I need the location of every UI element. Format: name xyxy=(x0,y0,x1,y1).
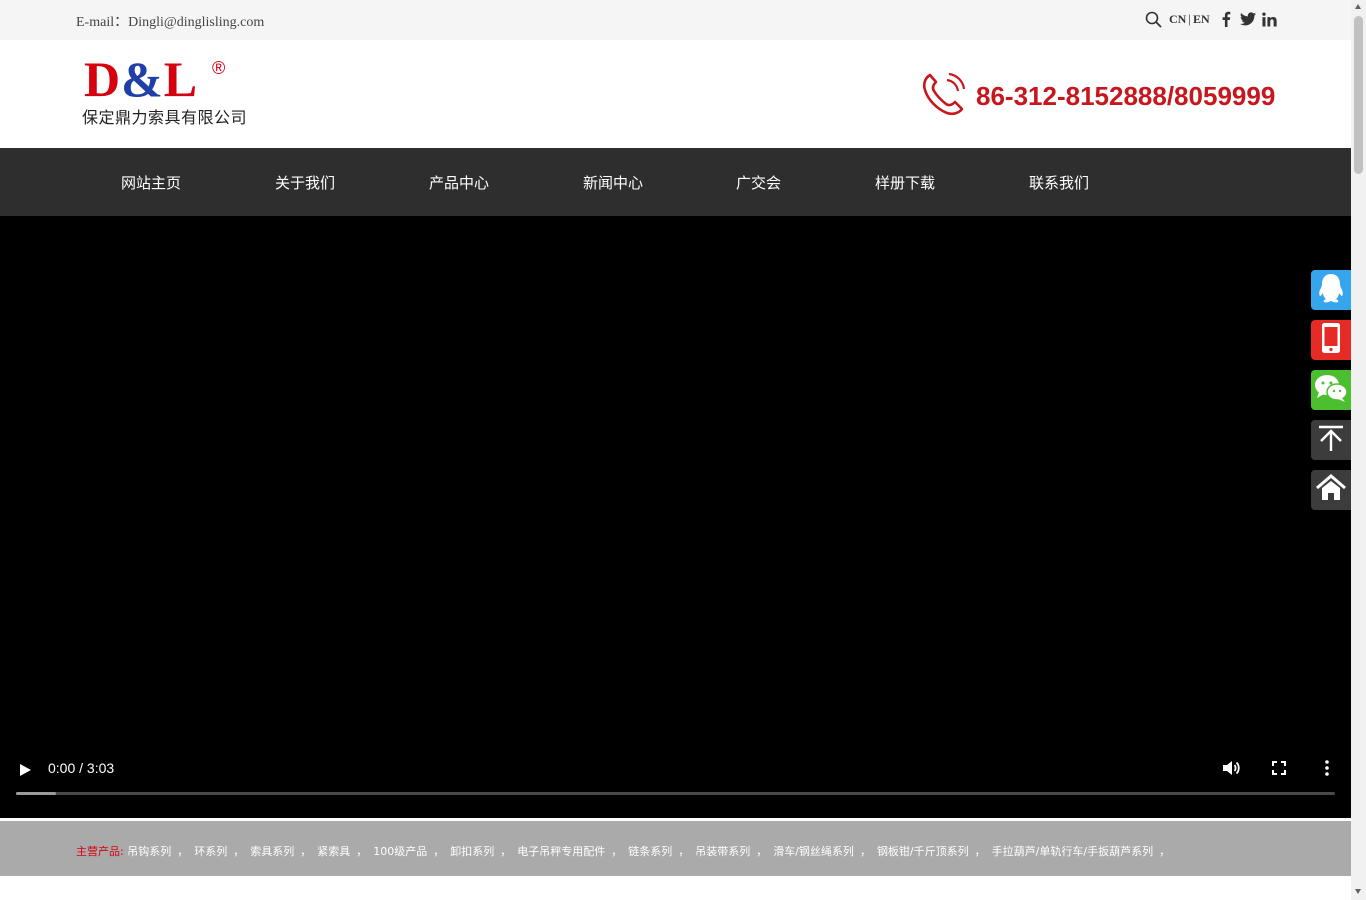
hotline: 86-312-8152888/8059999 xyxy=(920,70,1275,123)
wechat-button[interactable] xyxy=(1311,370,1351,410)
product-link[interactable]: 卸扣系列 xyxy=(450,845,494,858)
product-link[interactable]: 滑车/钢丝绳系列 xyxy=(773,845,854,858)
logo-letter-d: D xyxy=(84,51,122,107)
contact-email[interactable]: E-mail：Dingli@dinglisling.com xyxy=(76,11,264,31)
product-separator: ， xyxy=(300,845,312,858)
site-header: D&L ® 保定鼎力索具有限公司 86-312-8152888/8059999 xyxy=(0,40,1351,148)
nav-item-news[interactable]: 新闻中心 xyxy=(583,172,643,193)
nav-item-catalog-download[interactable]: 样册下载 xyxy=(875,172,935,193)
back-to-top-icon xyxy=(1316,423,1346,458)
product-separator: ， xyxy=(233,845,245,858)
product-link[interactable]: 吊装带系列 xyxy=(695,845,750,858)
logo-ampersand: & xyxy=(121,51,164,107)
product-link[interactable]: 手拉葫芦/单轨行车/手扳葫芦系列 xyxy=(992,845,1153,858)
qq-button[interactable] xyxy=(1311,270,1351,310)
top-bar: E-mail：Dingli@dinglisling.com CN | EN xyxy=(0,0,1351,40)
product-link[interactable]: 电子吊秤专用配件 xyxy=(517,845,605,858)
nav-item-products[interactable]: 产品中心 xyxy=(429,172,489,193)
home-button[interactable] xyxy=(1311,470,1351,510)
qq-icon xyxy=(1316,272,1346,309)
wechat-icon xyxy=(1314,373,1348,408)
page-scrollbar[interactable] xyxy=(1351,0,1366,900)
top-tools: CN | EN xyxy=(1143,9,1280,29)
company-logo[interactable]: D&L ® 保定鼎力索具有限公司 xyxy=(82,52,254,142)
main-products-panel: 主营产品: 吊钩系列 ， 环系列 ， 索具系列 ， 紧索具 ， 100级产品 ， 卸扣系列 ， 电子吊秤… xyxy=(0,821,1351,876)
scroll-down-arrow-icon[interactable] xyxy=(1355,889,1361,894)
play-icon[interactable] xyxy=(14,759,36,781)
main-products-bar: 主营产品: 吊钩系列 ， 环系列 ， 索具系列 ， 紧索具 ， 100级产品 ， 卸扣系列 ， 电子吊秤… xyxy=(0,818,1351,876)
registered-mark: ® xyxy=(212,58,226,78)
mobile-button[interactable] xyxy=(1311,320,1351,360)
fullscreen-icon[interactable] xyxy=(1268,757,1290,779)
search-icon[interactable] xyxy=(1143,9,1163,29)
video-player[interactable]: 0:00 / 3:03 xyxy=(0,216,1351,818)
scroll-up-arrow-icon[interactable] xyxy=(1355,4,1361,9)
product-link[interactable]: 100级产品 xyxy=(373,845,427,858)
nav-item-about[interactable]: 关于我们 xyxy=(275,172,335,193)
product-separator: ， xyxy=(974,845,986,858)
video-progress-bar[interactable] xyxy=(16,792,1335,795)
phone-number[interactable]: 86-312-8152888/8059999 xyxy=(976,81,1275,112)
product-separator: ， xyxy=(500,845,512,858)
nav-item-home[interactable]: 网站主页 xyxy=(121,172,181,193)
logo-mark: D&L xyxy=(84,52,198,106)
logo-letter-l: L xyxy=(163,51,199,107)
product-separator: ， xyxy=(859,845,871,858)
main-nav: 网站主页 关于我们 产品中心 新闻中心 广交会 样册下载 联系我们 xyxy=(0,148,1351,216)
video-time: 0:00 / 3:03 xyxy=(48,760,115,776)
company-name: 保定鼎力索具有限公司 xyxy=(82,108,248,127)
nav-item-contact[interactable]: 联系我们 xyxy=(1029,172,1089,193)
more-options-icon[interactable] xyxy=(1316,757,1338,779)
volume-icon[interactable] xyxy=(1220,757,1242,779)
product-separator: ， xyxy=(177,845,189,858)
product-link[interactable]: 紧索具 xyxy=(317,845,350,858)
nav-item-canton-fair[interactable]: 广交会 xyxy=(736,172,781,193)
twitter-icon[interactable] xyxy=(1238,9,1258,29)
video-buffered xyxy=(16,792,56,795)
product-separator: ， xyxy=(356,845,368,858)
product-link[interactable]: 钢板钳/千斤顶系列 xyxy=(877,845,969,858)
main-products-label: 主营产品: xyxy=(76,845,124,858)
product-separator: ， xyxy=(611,845,623,858)
phone-icon xyxy=(920,70,968,123)
home-icon xyxy=(1315,473,1347,507)
product-separator: ， xyxy=(433,845,445,858)
product-link[interactable]: 索具系列 xyxy=(250,845,294,858)
product-separator: ， xyxy=(678,845,690,858)
main-products-list: 主营产品: 吊钩系列 ， 环系列 ， 索具系列 ， 紧索具 ， 100级产品 ， 卸扣系列 ， 电子吊秤… xyxy=(76,843,1176,859)
product-separator: ， xyxy=(756,845,768,858)
product-separator: ， xyxy=(1159,845,1171,858)
facebook-icon[interactable] xyxy=(1216,9,1236,29)
lang-cn-link[interactable]: CN xyxy=(1169,12,1186,27)
lang-en-link[interactable]: EN xyxy=(1193,12,1210,27)
product-link[interactable]: 链条系列 xyxy=(628,845,672,858)
product-link[interactable]: 环系列 xyxy=(194,845,227,858)
back-to-top-button[interactable] xyxy=(1311,420,1351,460)
linkedin-icon[interactable] xyxy=(1260,9,1280,29)
mobile-phone-icon xyxy=(1320,322,1342,359)
lang-separator: | xyxy=(1188,11,1191,26)
scrollbar-thumb[interactable] xyxy=(1354,16,1363,174)
product-link[interactable]: 吊钩系列 xyxy=(127,845,171,858)
